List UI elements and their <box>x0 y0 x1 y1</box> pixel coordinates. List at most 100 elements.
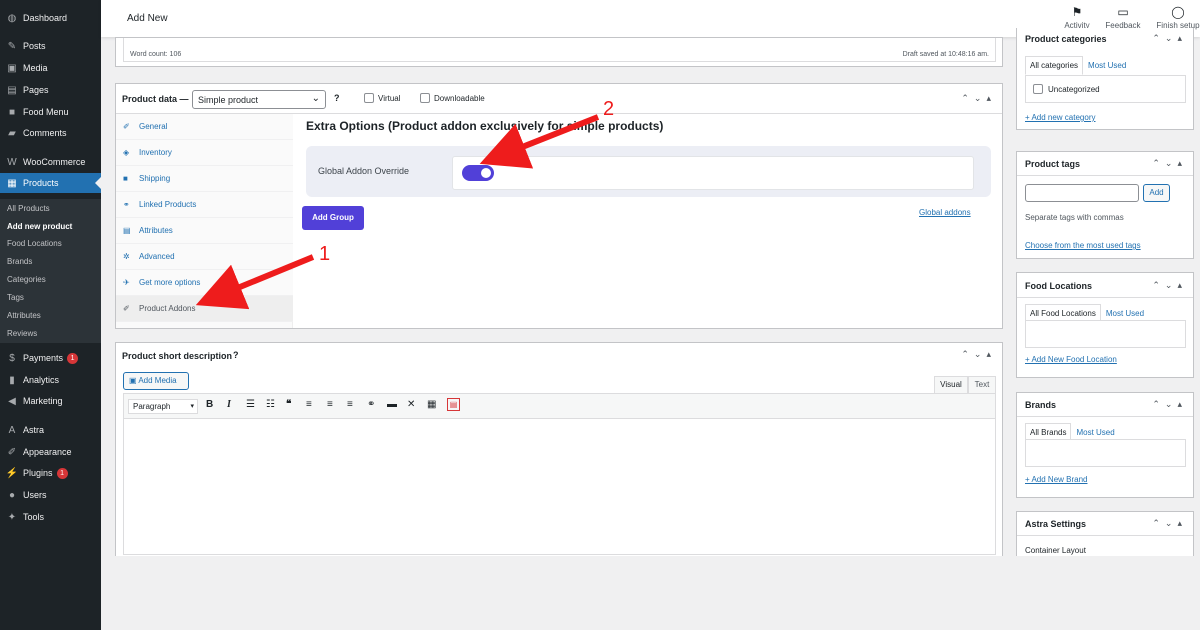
food-locations-panel: Food Locations ⌃⌄▴ All Food Locations Mos… <box>1016 272 1194 378</box>
product-tab-linked-products[interactable]: ⚭ Linked Products <box>116 192 293 218</box>
product-tab-general[interactable]: ✐ General <box>116 114 293 140</box>
form-icon[interactable]: ▤ <box>447 398 460 411</box>
tools-icon: ✦ <box>7 511 17 523</box>
product-data-label: Product data — <box>122 94 189 104</box>
panel-controls[interactable]: ⌃⌄▴ <box>1152 158 1187 169</box>
panel-controls[interactable]: ⌃⌄▴ <box>1152 399 1187 410</box>
update-count-badge: 1 <box>67 352 79 364</box>
product-data-panel: Product data — Simple product ⌄ ? Virtua… <box>115 83 1003 329</box>
link-icon[interactable]: ⚭ <box>367 399 375 410</box>
product-tab-shipping[interactable]: ■ Shipping <box>116 166 293 192</box>
product-tab-inventory[interactable]: ◈ Inventory <box>116 140 293 166</box>
analytics-icon: ▮ <box>9 374 15 386</box>
add-media-button[interactable]: ▣ Add Media <box>123 372 189 390</box>
fullscreen-icon[interactable]: ✕ <box>407 399 415 410</box>
activity-button[interactable]: ⚑ Activity <box>1054 5 1100 30</box>
sidebar-item-tools[interactable]: ✦ Tools <box>0 507 101 527</box>
global-addon-override-toggle[interactable] <box>462 165 494 181</box>
add-new-brand-link[interactable]: + Add New Brand <box>1025 475 1087 484</box>
toolbar-toggle-icon[interactable]: ▦ <box>427 399 436 410</box>
sidebar-item-label: Dashboard <box>23 13 68 23</box>
virtual-checkbox[interactable] <box>364 93 374 103</box>
sidebar-item-media[interactable]: ▣ Media <box>0 58 101 78</box>
global-addons-link[interactable]: Global addons <box>919 208 971 217</box>
product-tab-label: Product Addons <box>139 304 196 313</box>
add-new-food-location-link[interactable]: + Add New Food Location <box>1025 355 1117 364</box>
quote-icon[interactable]: ❝ <box>286 399 291 410</box>
appearance-icon: ✐ <box>7 446 17 458</box>
tab-text[interactable]: Text <box>968 376 996 393</box>
astra-settings-title: Astra Settings <box>1025 519 1087 529</box>
sidebar-item-marketing[interactable]: ◀ Marketing <box>0 391 101 411</box>
submenu-item-add-new-product[interactable]: Add new product <box>7 222 72 231</box>
sidebar-item-label: Tools <box>23 512 45 522</box>
sidebar-item-posts[interactable]: ✎ Posts <box>0 36 101 56</box>
align-right-icon[interactable]: ≡ <box>347 399 353 410</box>
panel-controls[interactable]: ⌃⌄▴ <box>961 93 996 104</box>
tab-all-categories[interactable]: All categories <box>1025 56 1084 75</box>
submenu-item-brands[interactable]: Brands <box>7 257 32 266</box>
truck-icon: ■ <box>123 174 128 183</box>
food-location-list <box>1025 320 1186 348</box>
sidebar-item-dashboard[interactable]: ◍ Dashboard <box>0 8 101 28</box>
tab-most-used[interactable]: Most Used <box>1083 56 1131 75</box>
help-icon[interactable]: ? <box>233 350 239 360</box>
bold-icon[interactable]: B <box>206 399 213 410</box>
product-tab-get-more-options[interactable]: ✈ Get more options <box>116 270 293 296</box>
sidebar-item-label: WooCommerce <box>23 157 86 167</box>
brands-panel: Brands ⌃⌄▴ All Brands Most Used + Add New… <box>1016 392 1194 498</box>
global-addon-override-row: Global Addon Override <box>306 146 991 197</box>
product-tab-attributes[interactable]: ▤ Attributes <box>116 218 293 244</box>
help-icon[interactable]: ? <box>334 93 340 103</box>
add-group-button[interactable]: Add Group <box>302 206 364 230</box>
short-description-panel: Product short description ? ⌃⌄▴ ▣ Add Me… <box>115 342 1003 556</box>
chevron-down-icon: ▾ <box>190 403 194 410</box>
submenu-item-categories[interactable]: Categories <box>7 275 46 284</box>
sidebar-item-products[interactable]: ▦ Products <box>0 173 101 193</box>
sidebar-item-payments[interactable]: $ Payments 1 <box>0 348 101 368</box>
uncategorized-checkbox[interactable] <box>1033 84 1043 94</box>
sidebar-item-food-menu[interactable]: ■ Food Menu <box>0 102 101 122</box>
tag-input[interactable] <box>1025 184 1139 202</box>
panel-controls[interactable]: ⌃⌄▴ <box>1152 280 1187 291</box>
sidebar-item-pages[interactable]: ▤ Pages <box>0 80 101 100</box>
bullet-list-icon[interactable]: ☰ <box>246 399 255 410</box>
short-description-editor[interactable] <box>123 419 996 555</box>
choose-most-used-tags-link[interactable]: Choose from the most used tags <box>1025 241 1141 250</box>
add-new-category-link[interactable]: + Add new category <box>1025 113 1096 122</box>
sidebar-item-analytics[interactable]: ▮ Analytics <box>0 370 101 390</box>
product-type-select[interactable]: Simple product ⌄ <box>192 90 326 109</box>
sidebar-item-label: Food Menu <box>23 107 69 117</box>
tab-visual[interactable]: Visual <box>934 376 968 393</box>
submenu-item-all-products[interactable]: All Products <box>7 204 50 213</box>
submenu-item-attributes[interactable]: Attributes <box>7 311 41 320</box>
italic-icon[interactable]: I <box>227 399 231 410</box>
downloadable-checkbox[interactable] <box>420 93 430 103</box>
product-tab-product-addons[interactable]: ✐ Product Addons <box>116 296 293 322</box>
sidebar-item-appearance[interactable]: ✐ Appearance <box>0 442 101 462</box>
panel-controls[interactable]: ⌃⌄▴ <box>1152 33 1187 44</box>
add-tag-button[interactable]: Add <box>1143 184 1170 202</box>
sidebar-item-label: Comments <box>23 128 67 138</box>
submenu-item-food-locations[interactable]: Food Locations <box>7 239 62 248</box>
format-select[interactable]: Paragraph ▾ <box>128 399 198 414</box>
panel-controls[interactable]: ⌃⌄▴ <box>961 349 996 360</box>
pin-icon: ✎ <box>7 40 17 52</box>
sidebar-item-astra[interactable]: A Astra <box>0 420 101 440</box>
align-left-icon[interactable]: ≡ <box>306 399 312 410</box>
read-more-icon[interactable]: ▬ <box>387 399 397 410</box>
sidebar-item-woocommerce[interactable]: W WooCommerce <box>0 152 101 172</box>
sidebar-item-comments[interactable]: ▰ Comments <box>0 123 101 143</box>
feedback-button[interactable]: ▭ Feedback <box>1100 5 1146 30</box>
sidebar-item-users[interactable]: ● Users <box>0 485 101 505</box>
sidebar-item-plugins[interactable]: ⚡ Plugins 1 <box>0 463 101 483</box>
product-categories-title: Product categories <box>1025 34 1107 44</box>
numbered-list-icon[interactable]: ☷ <box>266 399 275 410</box>
align-center-icon[interactable]: ≡ <box>327 399 333 410</box>
finish-setup-button[interactable]: ◯ Finish setup <box>1153 5 1200 30</box>
dashboard-icon: ◍ <box>7 12 17 24</box>
product-tab-advanced[interactable]: ✲ Advanced <box>116 244 293 270</box>
panel-controls[interactable]: ⌃⌄▴ <box>1152 518 1187 529</box>
submenu-item-tags[interactable]: Tags <box>7 293 24 302</box>
submenu-item-reviews[interactable]: Reviews <box>7 329 37 338</box>
